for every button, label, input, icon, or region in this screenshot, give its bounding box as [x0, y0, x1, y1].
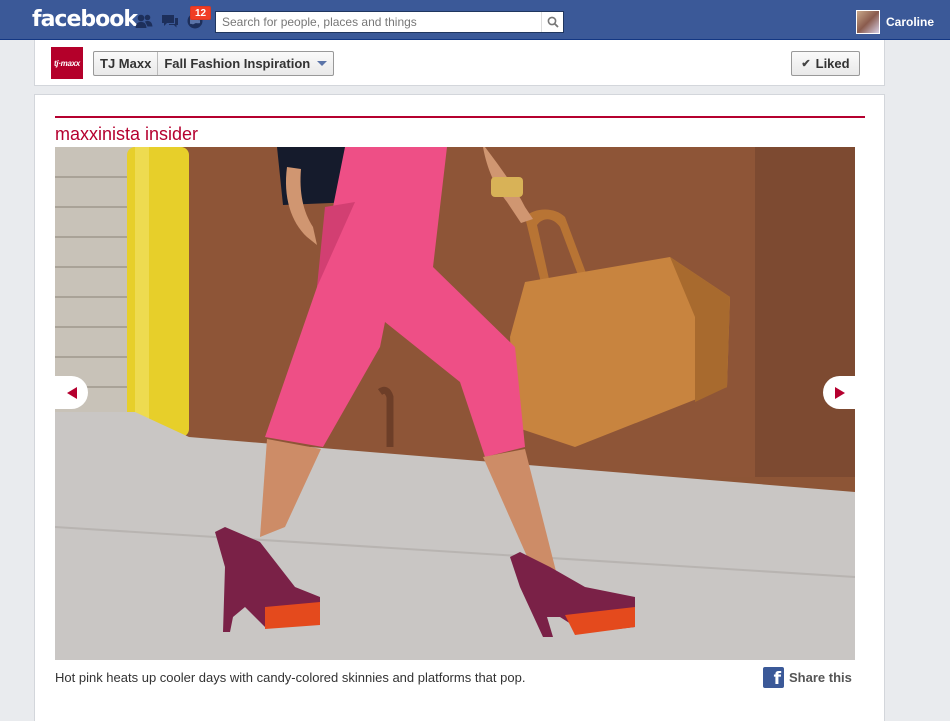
- title-rule: [55, 116, 865, 118]
- share-label: Share this: [789, 670, 852, 685]
- share-button[interactable]: f Share this: [763, 667, 852, 688]
- user-name[interactable]: Caroline: [886, 15, 934, 29]
- facebook-share-icon: f: [763, 667, 784, 688]
- avatar[interactable]: [856, 10, 880, 34]
- messages-icon[interactable]: [160, 12, 180, 30]
- photo-caption: Hot pink heats up cooler days with candy…: [55, 670, 526, 685]
- search-input[interactable]: [216, 12, 536, 32]
- page-header: tj·maxx TJ Maxx Fall Fashion Inspiration…: [34, 40, 885, 86]
- liked-label: Liked: [815, 56, 850, 71]
- chevron-right-icon: [834, 386, 845, 399]
- fashion-photo: [55, 147, 855, 660]
- page-name-link[interactable]: TJ Maxx: [94, 52, 157, 75]
- chevron-down-icon: [317, 61, 328, 66]
- facebook-logo[interactable]: facebook: [32, 7, 138, 32]
- tab-selector[interactable]: Fall Fashion Inspiration: [157, 52, 333, 75]
- previous-slide-button[interactable]: [55, 376, 88, 409]
- friend-requests-icon[interactable]: [134, 12, 154, 30]
- content-card: maxxinista insider Hot pink heats up coo…: [34, 94, 885, 721]
- breadcrumb: TJ Maxx Fall Fashion Inspiration: [93, 51, 335, 76]
- checkmark-icon: ✔: [801, 58, 811, 70]
- section-title: maxxinista insider: [55, 124, 199, 144]
- notification-count-badge: 12: [190, 6, 212, 20]
- search-box: [215, 11, 564, 33]
- tab-name: Fall Fashion Inspiration: [164, 56, 311, 71]
- next-slide-button[interactable]: [823, 376, 856, 409]
- tj-maxx-logo[interactable]: tj·maxx: [51, 47, 83, 79]
- top-navigation-bar: facebook 12 Caroline: [0, 0, 950, 40]
- liked-button[interactable]: ✔ Liked: [791, 51, 860, 76]
- search-icon[interactable]: [541, 12, 563, 32]
- chevron-left-icon: [66, 386, 77, 399]
- profile-link[interactable]: Caroline: [856, 10, 934, 34]
